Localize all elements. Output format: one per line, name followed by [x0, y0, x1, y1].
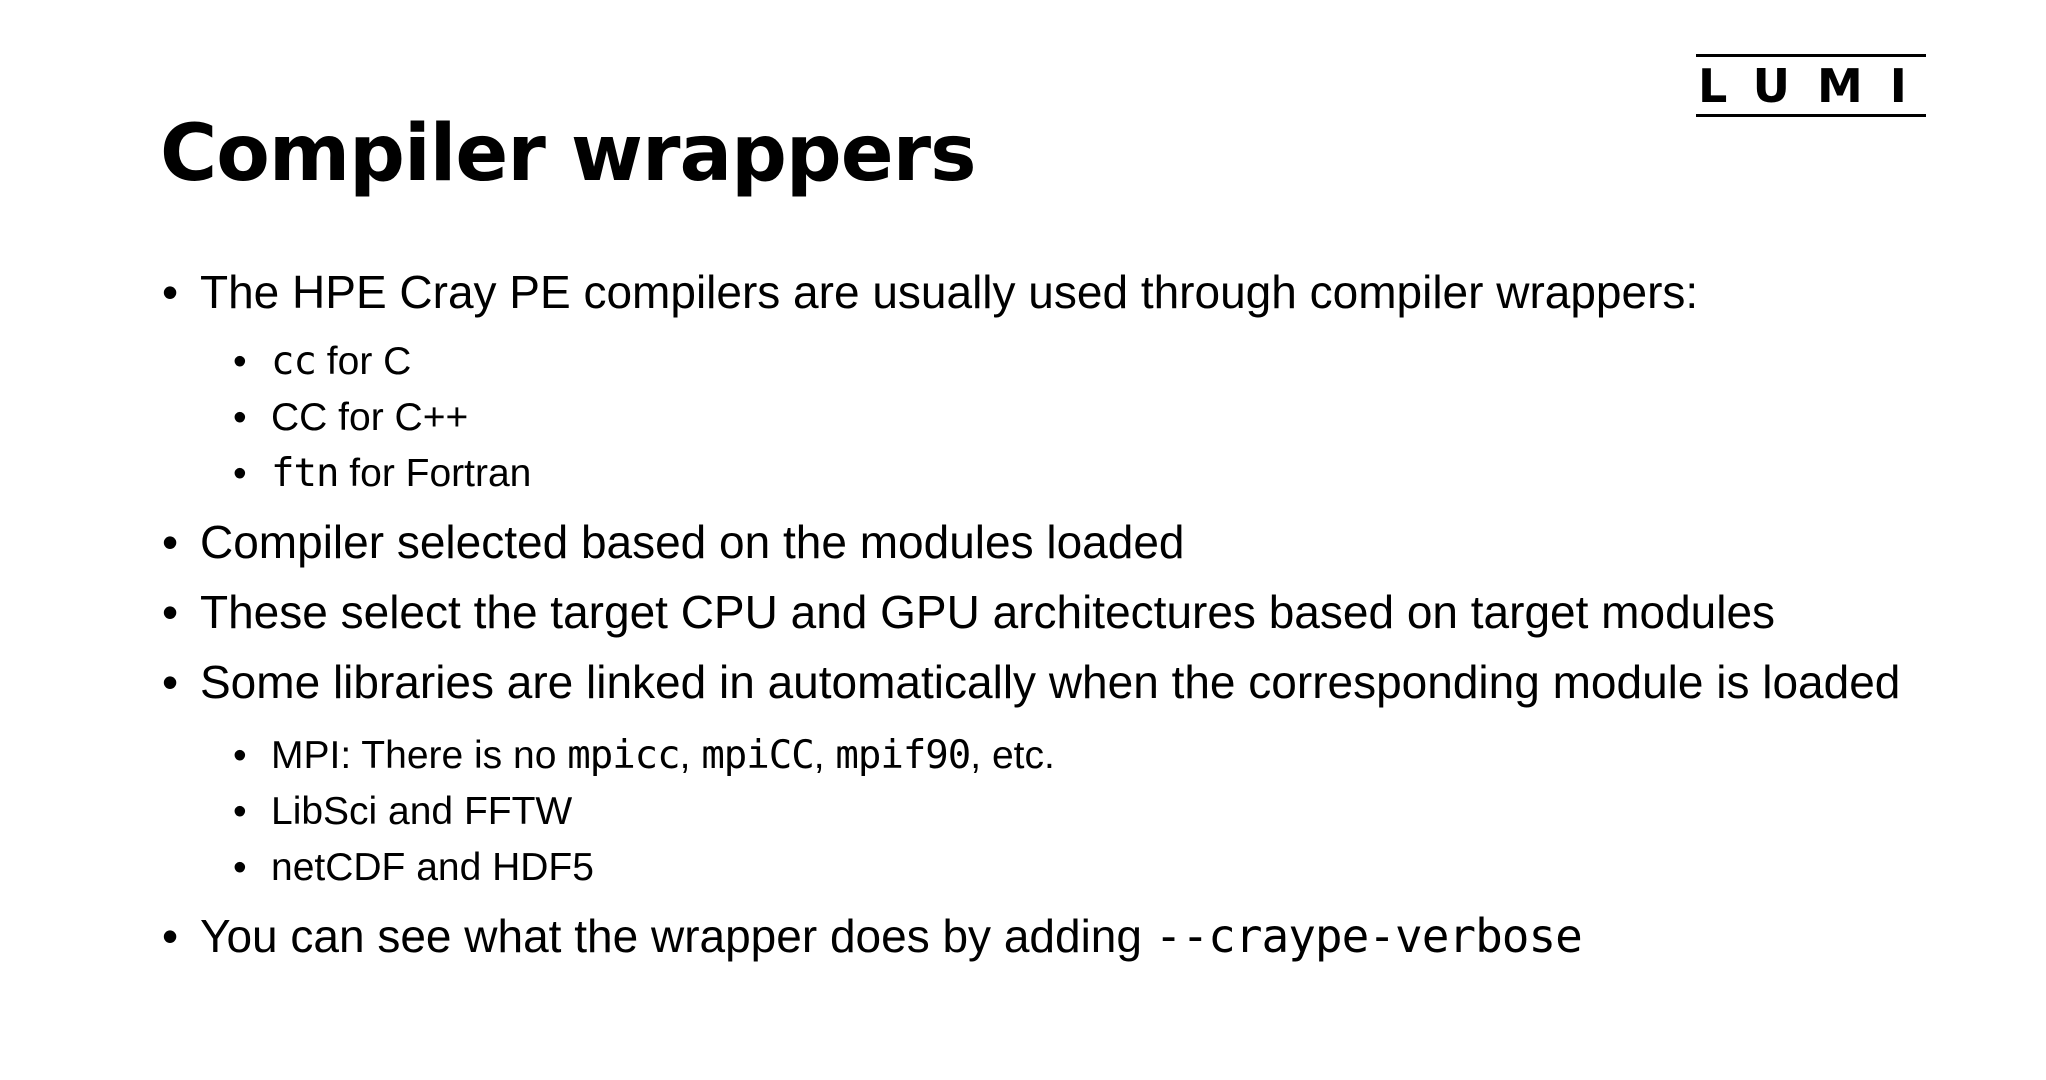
slide: LUMI Compiler wrappers The HPE Cray PE c…: [0, 0, 2046, 1080]
sub-item-text: for Fortran: [338, 452, 532, 495]
bullet-text: You can see what the wrapper does by add…: [200, 910, 1155, 962]
sub-item-ftn: ftn for Fortran: [233, 446, 1960, 502]
mpi-suffix: , etc.: [970, 734, 1055, 777]
logo-bottom-rule: [1696, 114, 1926, 117]
separator: ,: [813, 734, 836, 777]
sub-item-text: netCDF and HDF5: [271, 846, 594, 889]
bullet-libraries-linked: Some libraries are linked in automatical…: [160, 658, 1960, 706]
wrapper-list: cc for C CC for C++ ftn for Fortran: [160, 334, 1960, 502]
slide-title: Compiler wrappers: [160, 109, 977, 199]
code-ftn: ftn: [271, 451, 339, 496]
lumi-logo: LUMI: [1696, 50, 1926, 120]
sub-item-mpi: MPI: There is no mpicc, mpiCC, mpif90, e…: [233, 728, 1960, 784]
sub-item-netcdf: netCDF and HDF5: [233, 840, 1960, 896]
code-cpp: CC: [271, 396, 328, 439]
sub-item-cpp: CC for C++: [233, 390, 1960, 446]
sub-item-text: for C: [315, 340, 412, 383]
code-cc: cc: [271, 339, 317, 384]
code-craype-verbose: --craype-verbose: [1154, 909, 1583, 963]
separator: ,: [679, 734, 702, 777]
bullet-craype-verbose: You can see what the wrapper does by add…: [160, 912, 1960, 960]
logo-text: LUMI: [1698, 59, 1934, 113]
bullet-compiler-wrappers: The HPE Cray PE compilers are usually us…: [160, 268, 1960, 316]
bullet-compiler-selected: Compiler selected based on the modules l…: [160, 518, 1960, 566]
bullet-target-architectures: These select the target CPU and GPU arch…: [160, 588, 1960, 636]
sub-item-libsci: LibSci and FFTW: [233, 784, 1960, 840]
sub-item-text: for C++: [327, 396, 469, 439]
logo-top-rule: [1696, 54, 1926, 57]
bullet-text: Some libraries are linked in automatical…: [200, 656, 1901, 708]
bullet-text: The HPE Cray PE compilers are usually us…: [200, 266, 1699, 318]
library-list: MPI: There is no mpicc, mpiCC, mpif90, e…: [160, 728, 1960, 896]
sub-item-text: LibSci and FFTW: [271, 790, 573, 833]
mpi-prefix: MPI: There is no: [271, 734, 568, 777]
code-mpicxx: mpiCC: [701, 733, 814, 778]
bullet-text: Compiler selected based on the modules l…: [200, 516, 1185, 568]
sub-item-cc: cc for C: [233, 334, 1960, 390]
code-mpif90: mpif90: [835, 733, 971, 778]
code-mpicc: mpicc: [567, 733, 680, 778]
slide-content: The HPE Cray PE compilers are usually us…: [160, 268, 1960, 982]
bullet-text: These select the target CPU and GPU arch…: [200, 586, 1776, 638]
